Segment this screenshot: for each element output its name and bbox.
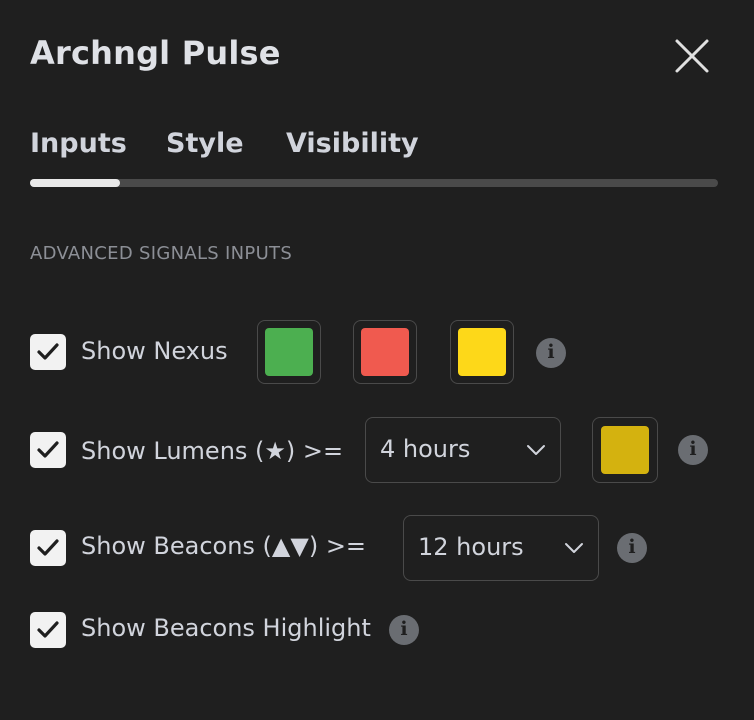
dialog-title: Archngl Pulse <box>30 34 281 72</box>
color-swatch <box>458 328 506 376</box>
nexus-label: Show Nexus <box>81 337 228 365</box>
lumens-color-button[interactable] <box>592 417 658 483</box>
lumens-row: Show Lumens (★) >= 4 hours i <box>30 417 720 485</box>
info-glyph: i <box>400 618 408 640</box>
info-glyph: i <box>547 341 555 363</box>
active-tab-indicator <box>30 179 120 187</box>
nexus-checkbox[interactable] <box>30 334 66 370</box>
color-swatch <box>361 328 409 376</box>
lumens-select-value: 4 hours <box>380 435 471 463</box>
tab-style[interactable]: Style <box>166 128 244 159</box>
lumens-checkbox[interactable] <box>30 432 66 468</box>
check-icon <box>37 343 59 360</box>
nexus-color-3-button[interactable] <box>450 320 514 384</box>
info-icon[interactable]: i <box>678 435 708 465</box>
info-icon[interactable]: i <box>617 533 647 563</box>
beacons-select[interactable]: 12 hours <box>403 515 599 581</box>
info-icon[interactable]: i <box>536 338 566 368</box>
nexus-color-2-button[interactable] <box>353 320 417 384</box>
info-icon[interactable]: i <box>389 615 419 645</box>
color-swatch <box>265 328 313 376</box>
highlight-label: Show Beacons Highlight <box>81 614 371 642</box>
beacons-select-value: 12 hours <box>418 533 524 561</box>
info-glyph: i <box>628 536 636 558</box>
nexus-row: Show Nexus i <box>30 319 590 387</box>
check-icon <box>37 539 59 556</box>
chevron-down-icon <box>565 543 583 553</box>
highlight-row: Show Beacons Highlight i <box>30 597 430 665</box>
settings-dialog: Archngl Pulse Inputs Style Visibility AD… <box>0 0 754 720</box>
info-glyph: i <box>689 438 697 460</box>
beacons-checkbox[interactable] <box>30 530 66 566</box>
lumens-label: Show Lumens (★) >= <box>81 437 344 465</box>
check-icon <box>37 621 59 638</box>
chevron-down-icon <box>527 445 545 455</box>
highlight-checkbox[interactable] <box>30 612 66 648</box>
tab-inputs[interactable]: Inputs <box>30 128 127 159</box>
close-icon <box>675 39 709 73</box>
lumens-select[interactable]: 4 hours <box>365 417 561 483</box>
beacons-label: Show Beacons (▲▼) >= <box>81 532 367 560</box>
nexus-color-1-button[interactable] <box>257 320 321 384</box>
section-title: ADVANCED SIGNALS INPUTS <box>30 243 293 264</box>
tab-track <box>30 179 718 187</box>
color-swatch <box>601 426 649 474</box>
tab-visibility[interactable]: Visibility <box>286 128 419 159</box>
close-button[interactable] <box>672 36 712 76</box>
check-icon <box>37 441 59 458</box>
beacons-row: Show Beacons (▲▼) >= 12 hours i <box>30 515 670 583</box>
